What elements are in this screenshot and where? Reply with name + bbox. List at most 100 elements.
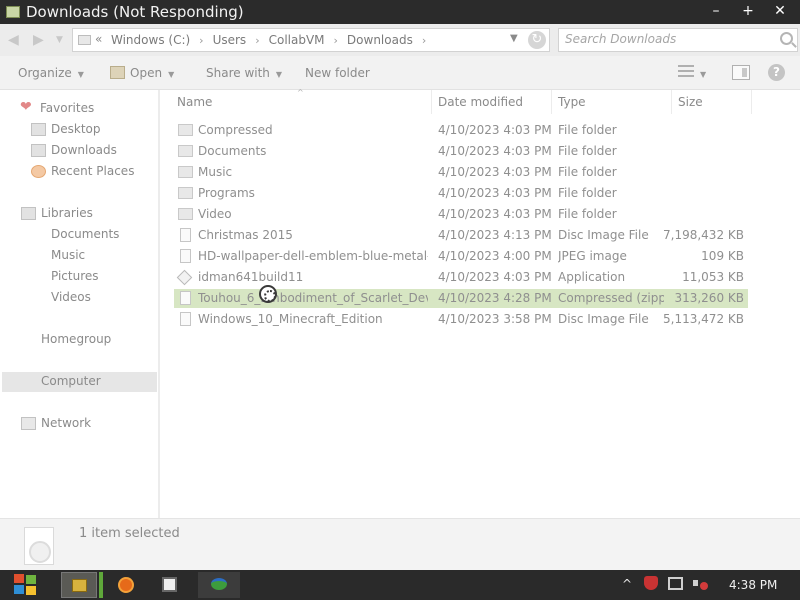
- back-button[interactable]: ◀: [8, 32, 19, 48]
- network-tray-icon[interactable]: [668, 577, 683, 590]
- file-name: HD-wallpaper-dell-emblem-blue-metal-...: [198, 249, 428, 263]
- breadcrumb-downloads[interactable]: Downloads: [347, 33, 413, 47]
- folder-icon: [78, 35, 91, 45]
- nav-downloads-label: Downloads: [51, 143, 117, 157]
- file-row[interactable]: Windows_10_Minecraft_Edition 4/10/2023 3…: [174, 310, 748, 329]
- preview-pane-button[interactable]: [732, 65, 750, 80]
- windows-logo-icon: [26, 586, 36, 595]
- forward-button[interactable]: ▶: [33, 32, 44, 48]
- file-row[interactable]: Compressed 4/10/2023 4:03 PM File folder: [174, 121, 748, 140]
- file-type: File folder: [558, 186, 617, 200]
- file-row[interactable]: Christmas 2015 4/10/2023 4:13 PM Disc Im…: [174, 226, 748, 245]
- start-button[interactable]: [14, 574, 38, 596]
- nav-favorites-label: Favorites: [40, 101, 95, 115]
- file-size: 7,198,432 KB: [663, 228, 744, 242]
- column-header-name[interactable]: Name: [171, 90, 432, 114]
- firefox-icon: [118, 577, 134, 593]
- help-button[interactable]: ?: [768, 64, 785, 81]
- chevron-down-icon: ▼: [700, 70, 707, 79]
- nav-libraries-label: Libraries: [41, 206, 93, 220]
- new-folder-button[interactable]: New folder: [305, 66, 370, 80]
- file-row[interactable]: Video 4/10/2023 4:03 PM File folder: [174, 205, 748, 224]
- breadcrumb-overflow-button[interactable]: «: [95, 32, 102, 46]
- taskbar-explorer-button[interactable]: [61, 572, 97, 598]
- busy-cursor-icon: [259, 285, 277, 303]
- file-name: Touhou_6_Embodiment_of_Scarlet_Devil...: [198, 291, 428, 305]
- explorer-window-icon: [6, 6, 20, 18]
- search-input[interactable]: [565, 32, 765, 46]
- change-view-button[interactable]: ▼: [678, 65, 706, 80]
- file-type: Application: [558, 270, 626, 284]
- recent-locations-button[interactable]: ▼: [56, 35, 63, 45]
- column-header-type[interactable]: Type: [552, 90, 672, 114]
- open-button[interactable]: Open ▼: [110, 66, 174, 80]
- show-hidden-icons-button[interactable]: ^: [622, 577, 632, 591]
- libraries-icon: [21, 207, 36, 220]
- window-app-icon: [162, 577, 177, 592]
- file-type: Compressed (zipp...: [558, 291, 664, 305]
- nav-videos[interactable]: Videos: [51, 290, 91, 304]
- nav-pictures[interactable]: Pictures: [51, 269, 99, 283]
- file-row[interactable]: Programs 4/10/2023 4:03 PM File folder: [174, 184, 748, 203]
- file-date: 4/10/2023 4:03 PM: [438, 123, 552, 137]
- nav-network-label: Network: [41, 416, 92, 430]
- maximize-button[interactable]: +: [733, 0, 763, 22]
- nav-recent-places-label: Recent Places: [51, 164, 135, 178]
- breadcrumb-separator[interactable]: ›: [255, 34, 259, 47]
- downloads-icon: [31, 144, 46, 157]
- windows-logo-icon: [26, 575, 36, 584]
- folder-icon: [178, 124, 193, 136]
- minimize-button[interactable]: –: [701, 0, 731, 22]
- taskbar-clock[interactable]: 4:38 PM: [729, 578, 777, 592]
- window-title: Downloads (Not Responding): [26, 3, 244, 21]
- security-shield-icon[interactable]: [644, 576, 658, 590]
- column-header-size[interactable]: Size: [672, 90, 752, 114]
- breadcrumb-separator[interactable]: ›: [422, 34, 426, 47]
- taskbar: ^ 4:38 PM: [0, 570, 800, 600]
- column-header-date-modified[interactable]: Date modified: [432, 90, 552, 114]
- address-dropdown-button[interactable]: ▼: [510, 33, 518, 44]
- breadcrumb-separator[interactable]: ›: [199, 34, 203, 47]
- file-row[interactable]: Music 4/10/2023 4:03 PM File folder: [174, 163, 748, 182]
- close-button[interactable]: ✕: [765, 0, 795, 22]
- folder-icon: [178, 166, 193, 178]
- breadcrumb-windows-c[interactable]: Windows (C:): [111, 33, 190, 47]
- file-row[interactable]: Documents 4/10/2023 4:03 PM File folder: [174, 142, 748, 161]
- organize-button[interactable]: Organize ▼: [18, 66, 84, 80]
- globe-app-icon: [211, 578, 227, 590]
- file-type: File folder: [558, 165, 617, 179]
- volume-muted-icon[interactable]: [693, 577, 708, 590]
- taskbar-app-button[interactable]: [198, 572, 240, 598]
- folder-icon: [178, 208, 193, 220]
- search-icon[interactable]: [780, 32, 793, 45]
- nav-homegroup[interactable]: Homegroup: [41, 332, 111, 346]
- file-date: 4/10/2023 3:58 PM: [438, 312, 552, 326]
- file-size: 313,260 KB: [674, 291, 744, 305]
- share-with-button[interactable]: Share with ▼: [206, 66, 282, 80]
- file-name: Compressed: [198, 123, 273, 137]
- network-icon: [21, 417, 36, 430]
- nav-computer[interactable]: Computer: [41, 374, 101, 388]
- refresh-button[interactable]: ↻: [528, 31, 546, 49]
- file-date: 4/10/2023 4:03 PM: [438, 186, 552, 200]
- taskbar-app-button[interactable]: [152, 572, 188, 598]
- file-date: 4/10/2023 4:03 PM: [438, 270, 552, 284]
- breadcrumb-separator[interactable]: ›: [334, 34, 338, 47]
- heart-icon: ❤: [20, 99, 32, 115]
- command-bar: Organize ▼ Open ▼ Share with ▼ New folder ▼…: [0, 56, 800, 90]
- organize-label: Organize: [18, 66, 72, 80]
- nav-documents[interactable]: Documents: [51, 227, 119, 241]
- file-row[interactable]: idman641build11 4/10/2023 4:03 PM Applic…: [174, 268, 748, 287]
- file-type: JPEG image: [558, 249, 627, 263]
- taskbar-firefox-button[interactable]: [108, 572, 144, 598]
- breadcrumb-users[interactable]: Users: [213, 33, 247, 47]
- breadcrumb-collabvm[interactable]: CollabVM: [269, 33, 325, 47]
- chevron-down-icon: ▼: [275, 70, 283, 79]
- address-bar[interactable]: « Windows (C:) › Users › CollabVM › Downloads ›…: [72, 28, 550, 52]
- navigation-pane: ❤ Favorites Desktop Downloads Recent Pla…: [0, 90, 160, 518]
- file-row[interactable]: HD-wallpaper-dell-emblem-blue-metal-... …: [174, 247, 748, 266]
- nav-music[interactable]: Music: [51, 248, 85, 262]
- file-name: Christmas 2015: [198, 228, 293, 242]
- folder-icon: [178, 187, 193, 199]
- file-name: idman641build11: [198, 270, 304, 284]
